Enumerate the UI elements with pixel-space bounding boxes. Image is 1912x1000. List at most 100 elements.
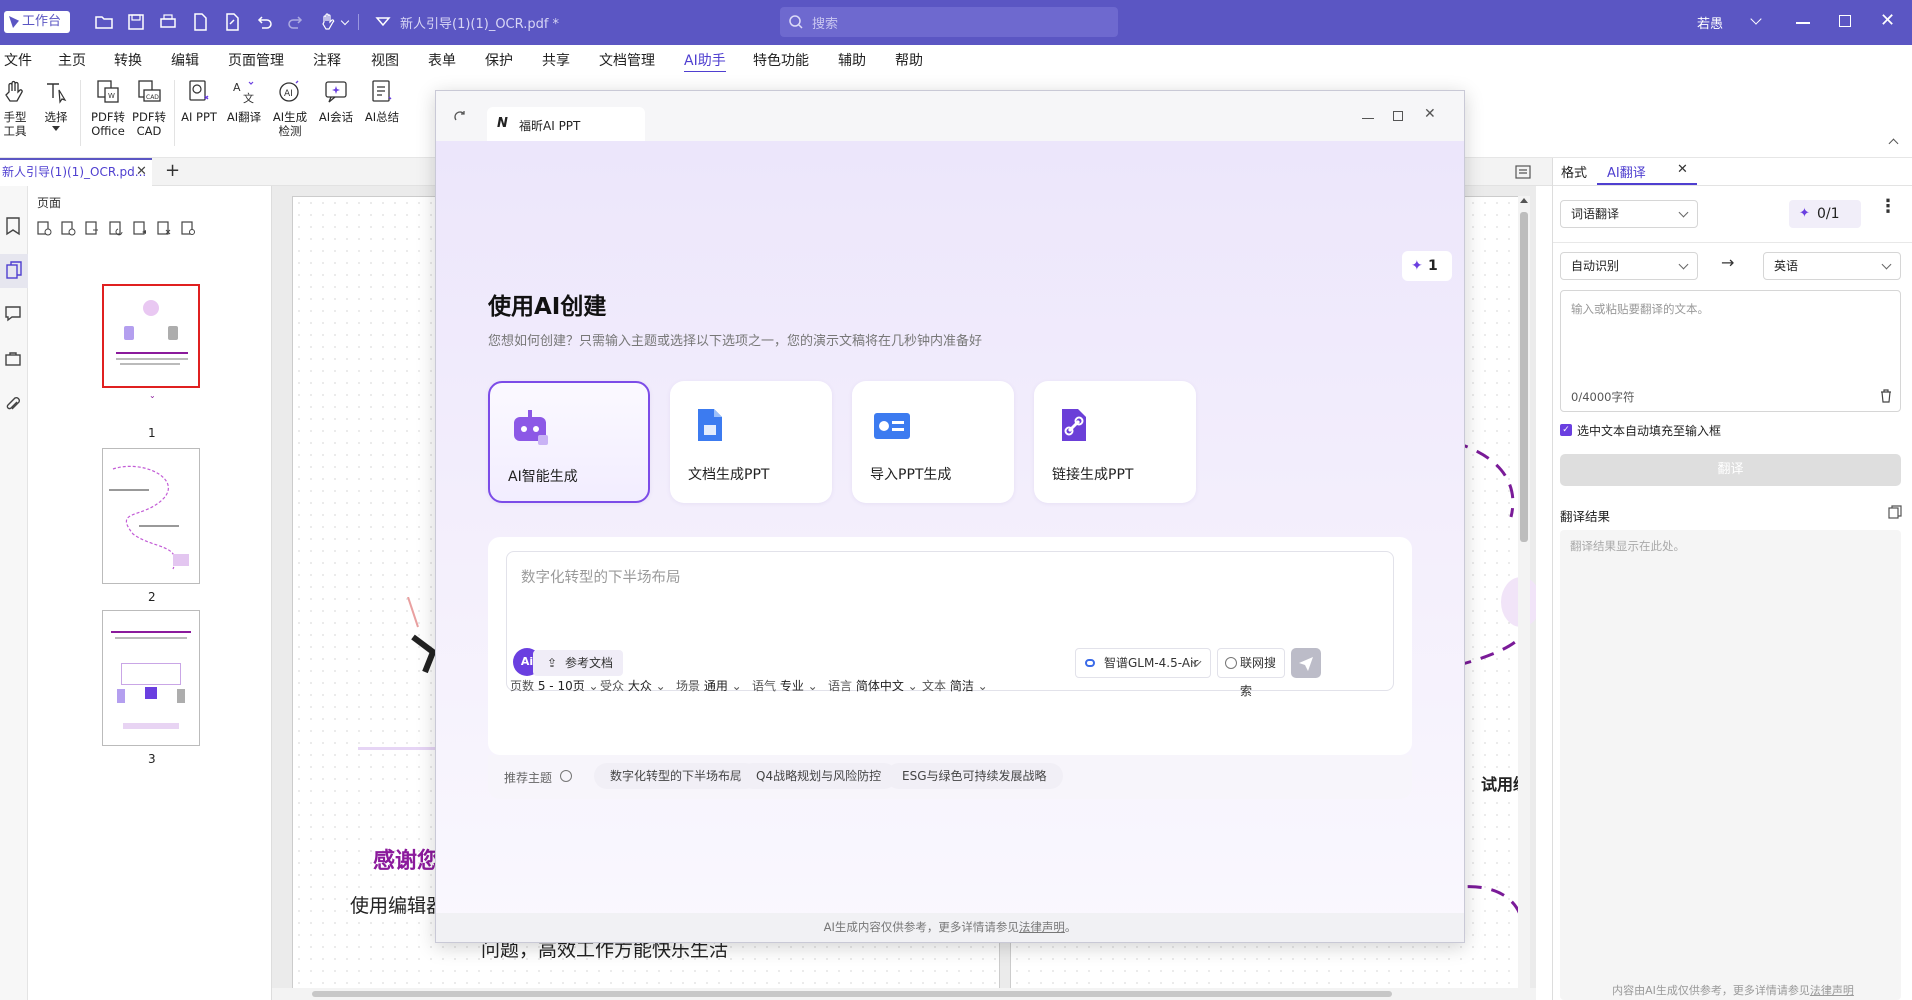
autofill-checkbox[interactable]: ✓ <box>1560 424 1572 436</box>
option-scene[interactable]: 场景 通用 ⌄ <box>676 677 742 694</box>
delete-page-icon[interactable] <box>156 220 172 236</box>
recommend-chip-1[interactable]: 数字化转型的下半场布局 <box>594 763 759 789</box>
new-tab-icon[interactable]: + <box>165 160 180 181</box>
chevron-down-icon[interactable] <box>340 16 350 26</box>
menu-form[interactable]: 表单 <box>428 50 456 70</box>
menu-assist[interactable]: 辅助 <box>838 50 866 70</box>
ai-summary-button[interactable]: AI总结 <box>362 78 402 124</box>
page-thumbnail-1[interactable] <box>102 284 200 388</box>
source-language-select[interactable]: 自动识别 <box>1560 252 1698 280</box>
option-tone[interactable]: 语气 专业 ⌄ <box>752 677 818 694</box>
insert-page-icon[interactable] <box>36 220 52 236</box>
menu-help[interactable]: 帮助 <box>895 50 923 70</box>
bookmark-icon[interactable] <box>4 216 22 236</box>
menu-edit[interactable]: 编辑 <box>171 50 199 70</box>
ai-translate-button[interactable]: A文 AI翻译 <box>224 78 264 124</box>
scroll-up-icon[interactable] <box>1520 198 1528 203</box>
export-icon[interactable] <box>222 12 242 32</box>
card-doc-generate[interactable]: 文档生成PPT <box>670 381 832 503</box>
close-icon[interactable]: ✕ <box>1880 12 1895 30</box>
target-language-select[interactable]: 英语 <box>1763 252 1901 280</box>
card-ai-generate[interactable]: AI智能生成 <box>488 381 650 503</box>
toolbox-icon[interactable] <box>4 350 22 368</box>
print-icon[interactable] <box>158 12 178 32</box>
page-settings-icon[interactable] <box>180 220 196 236</box>
card-import-ppt[interactable]: 导入PPT生成 <box>852 381 1014 503</box>
vertical-scrollbar[interactable] <box>1518 196 1530 996</box>
option-audience[interactable]: 受众 大众 ⌄ <box>600 677 666 694</box>
more-options-icon[interactable]: ⋮ <box>1879 198 1897 216</box>
translate-button[interactable]: 翻译 <box>1560 454 1901 486</box>
scrollbar-thumb[interactable] <box>312 991 1392 997</box>
select-button[interactable]: 选择 <box>40 78 72 131</box>
option-text[interactable]: 文本 简洁 ⌄ <box>922 677 988 694</box>
panel-legal-link[interactable]: 法律声明 <box>1810 984 1854 997</box>
collapse-ribbon-icon[interactable] <box>1888 138 1899 149</box>
pdf-to-cad-button[interactable]: CAD PDF转 CAD <box>131 78 167 138</box>
open-folder-icon[interactable] <box>94 12 114 32</box>
replace-page-icon[interactable] <box>84 220 100 236</box>
recommend-chip-2[interactable]: Q4战略规划与风险防控 <box>740 763 898 789</box>
quick-access-dropdown-icon[interactable] <box>373 12 393 32</box>
copy-icon[interactable] <box>1887 504 1903 520</box>
user-menu-chevron-icon[interactable] <box>1750 13 1762 25</box>
close-tab-icon[interactable]: ✕ <box>136 160 147 184</box>
document-tab[interactable]: 新人引导(1)(1)_OCR.pd... ✕ <box>0 158 152 186</box>
tab-format[interactable]: 格式 <box>1561 162 1587 181</box>
recommend-chip-3[interactable]: ESG与绿色可持续发展战略 <box>886 763 1063 789</box>
undo-icon[interactable] <box>254 12 274 32</box>
menu-share[interactable]: 共享 <box>542 50 570 70</box>
ai-chat-button[interactable]: AI会话 <box>316 78 356 124</box>
menu-page-manage[interactable]: 页面管理 <box>228 50 284 70</box>
menu-home[interactable]: 主页 <box>58 50 86 70</box>
dialog-tab[interactable]: N 福昕AI PPT <box>487 107 645 141</box>
option-language[interactable]: 语言 简体中文 ⌄ <box>828 677 918 694</box>
model-select[interactable]: 智谱GLM-4.5-Air <box>1075 648 1211 678</box>
menu-protect[interactable]: 保护 <box>485 50 513 70</box>
rotate-page-icon[interactable] <box>108 220 124 236</box>
minimize-icon[interactable] <box>1796 22 1810 24</box>
workbench-button[interactable]: 工作台 <box>4 11 70 33</box>
dialog-legal-link[interactable]: 法律声明 <box>1019 920 1065 934</box>
page-thumbnail-3[interactable] <box>102 610 200 746</box>
dialog-close-icon[interactable]: ✕ <box>1424 106 1436 122</box>
refresh-icon[interactable] <box>453 110 467 124</box>
pdf-to-office-button[interactable]: W PDF转 Office <box>88 78 128 138</box>
option-pages[interactable]: 页数 5 - 10页 ⌄ <box>510 677 599 694</box>
prompt-input[interactable]: 数字化转型的下半场布局 Ai ⇪ 参考文档 智谱GLM-4.5-Air 联网搜索 <box>506 551 1394 698</box>
ai-detect-button[interactable]: AI AI生成 检测 <box>270 78 310 138</box>
scrollbar-thumb[interactable] <box>1520 212 1528 542</box>
menu-view[interactable]: 视图 <box>371 50 399 70</box>
translate-input-area[interactable]: 输入或粘贴要翻译的文本。 0/4000字符 <box>1560 290 1901 412</box>
tab-list-icon[interactable] <box>1515 164 1531 180</box>
trash-icon[interactable] <box>1879 389 1893 403</box>
comment-icon[interactable] <box>4 304 22 322</box>
close-tab-icon[interactable]: ✕ <box>1677 162 1688 177</box>
save-icon[interactable] <box>126 12 146 32</box>
card-link-generate[interactable]: 链接生成PPT <box>1034 381 1196 503</box>
hand-tool-icon[interactable] <box>318 12 338 32</box>
hand-tool-button[interactable]: 手型 工具 <box>0 78 30 138</box>
dialog-maximize-icon[interactable] <box>1393 111 1403 121</box>
move-page-icon[interactable] <box>132 220 148 236</box>
menu-special[interactable]: 特色功能 <box>753 50 809 70</box>
menu-annotate[interactable]: 注释 <box>313 50 341 70</box>
recommend-refresh-icon[interactable] <box>560 770 572 782</box>
horizontal-scrollbar[interactable] <box>272 988 1536 1000</box>
menu-convert[interactable]: 转换 <box>114 50 142 70</box>
tab-ai-translate[interactable]: AI翻译 ✕ <box>1597 158 1697 185</box>
menu-file[interactable]: 文件 <box>4 50 32 70</box>
new-doc-icon[interactable] <box>190 12 210 32</box>
menu-doc-manage[interactable]: 文档管理 <box>599 50 655 70</box>
menu-ai-assistant[interactable]: AI助手 <box>684 50 726 73</box>
restore-icon[interactable] <box>1839 15 1851 27</box>
extract-page-icon[interactable] <box>60 220 76 236</box>
ref-doc-button[interactable]: ⇪ 参考文档 <box>533 650 623 676</box>
pages-icon-active[interactable] <box>0 254 28 288</box>
page-thumbnail-2[interactable] <box>102 448 200 584</box>
dialog-minimize-icon[interactable] <box>1362 118 1374 119</box>
redo-icon[interactable] <box>286 12 306 32</box>
credits-badge[interactable]: ✦ 1 <box>1402 251 1452 281</box>
send-button[interactable] <box>1291 648 1321 678</box>
ai-ppt-button[interactable]: AI PPT <box>180 78 218 124</box>
